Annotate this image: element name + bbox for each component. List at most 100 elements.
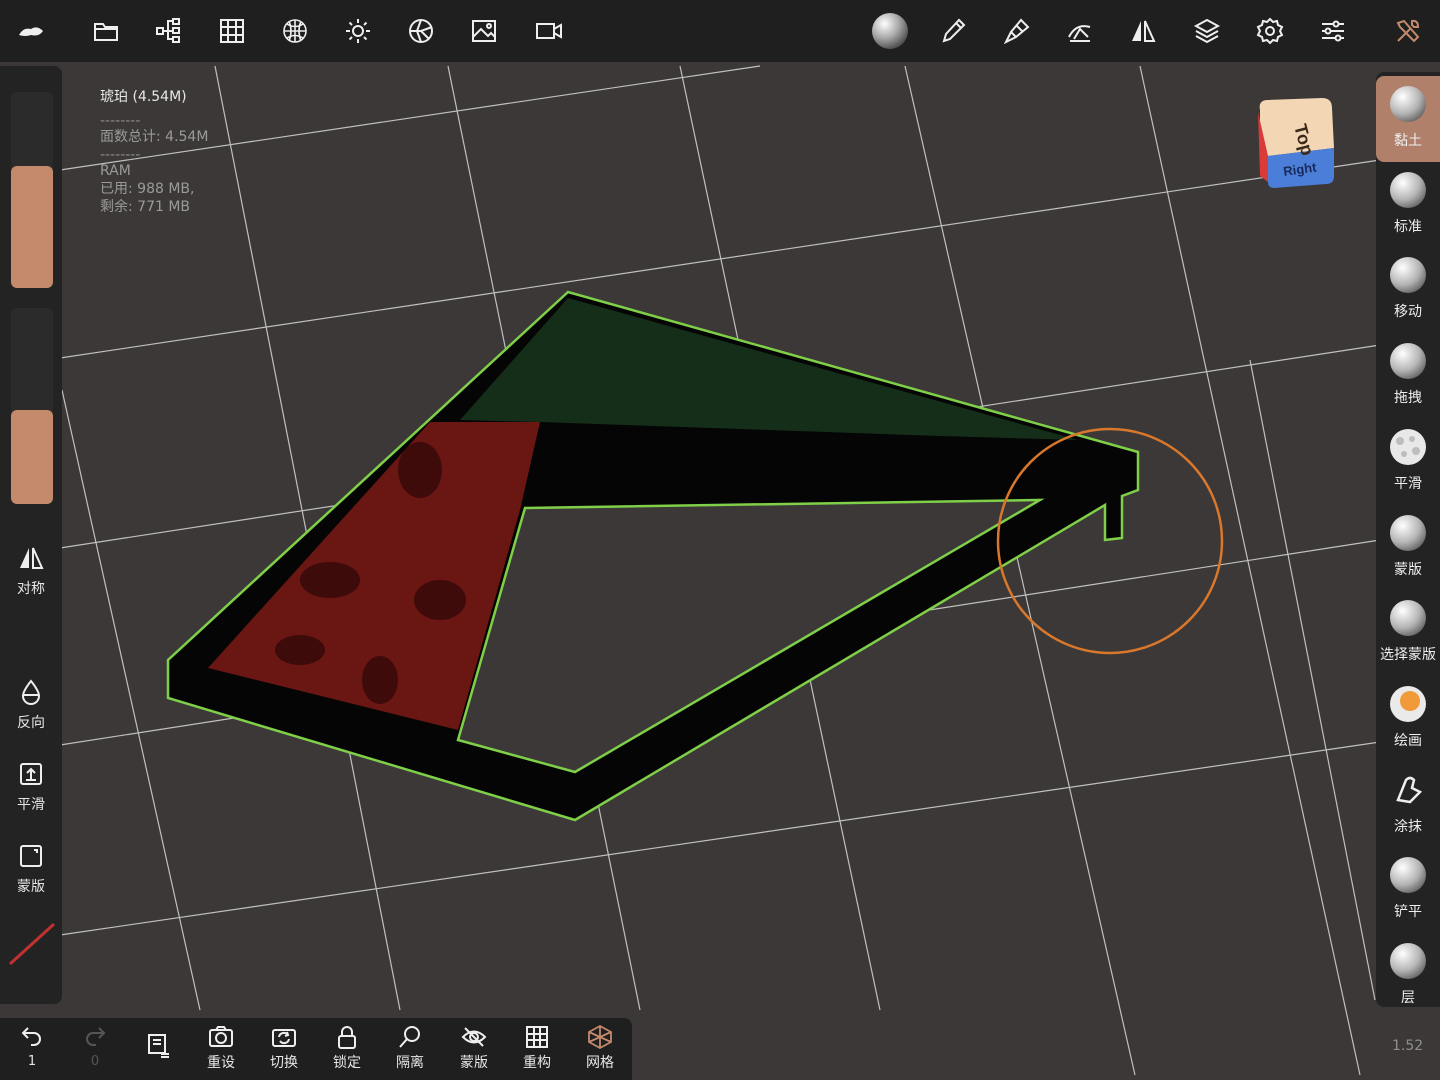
tool-label: 绘画: [1394, 732, 1422, 749]
bottom-remesh-grid-button[interactable]: 重构: [509, 1024, 565, 1072]
folder-icon[interactable]: [84, 9, 128, 53]
brush-stroke-preview[interactable]: [6, 918, 58, 968]
undo-button[interactable]: 1: [4, 1024, 60, 1069]
video-icon[interactable]: [527, 9, 571, 53]
bottom-item-label: 隔离: [396, 1055, 424, 1071]
matcap-sphere-icon[interactable]: [868, 9, 912, 53]
brush-sphere-icon: [1390, 600, 1426, 637]
shading-icon[interactable]: [399, 9, 443, 53]
tool-8[interactable]: 涂抹: [1376, 762, 1440, 848]
sculpted-mesh[interactable]: [166, 290, 1140, 822]
tool-6[interactable]: 选择蒙版: [1376, 590, 1440, 676]
brush-sphere-icon: [1390, 943, 1426, 979]
menu-button[interactable]: [130, 1032, 186, 1058]
layers-icon[interactable]: [1185, 9, 1229, 53]
tool-5[interactable]: 蒙版: [1376, 505, 1440, 591]
radius-slider-fill: [11, 166, 53, 288]
mask-label: 蒙版: [17, 879, 45, 895]
tool-2[interactable]: 移动: [1376, 247, 1440, 333]
stats-separator: --------: [100, 113, 141, 129]
ram-label: RAM: [100, 163, 131, 179]
bottom-item-label: 锁定: [333, 1055, 361, 1071]
sun-icon[interactable]: [336, 9, 380, 53]
symmetry-button[interactable]: 对称: [0, 544, 62, 598]
settings-gear-icon[interactable]: [1248, 9, 1292, 53]
invert-button[interactable]: 反向: [0, 678, 62, 732]
remesh-grid-icon: [526, 1026, 548, 1048]
tool-7[interactable]: 绘画: [1376, 676, 1440, 762]
brush-settings-icon[interactable]: [995, 9, 1039, 53]
stats-separator: --------: [100, 147, 141, 163]
symmetry-label: 对称: [17, 581, 45, 597]
switch-camera-icon: [272, 1029, 296, 1047]
isolate-search-icon: [399, 1026, 420, 1048]
tool-label: 涂抹: [1394, 818, 1422, 835]
tool-label: 层: [1401, 990, 1415, 1006]
bottom-reset-camera-button[interactable]: 重设: [193, 1024, 249, 1072]
scene-stats: 琥珀 (4.54M) -------- 面数总计: 4.54M --------…: [100, 88, 208, 216]
smooth-button[interactable]: 平滑: [0, 760, 62, 814]
right-tool-panel: 黏土标准 移动 拖拽平滑蒙版选择蒙版绘画涂抹铲平层: [1376, 72, 1440, 1007]
view-cube[interactable]: Top Right: [1254, 96, 1338, 190]
left-panel: 对称 反向 平滑 蒙版: [0, 66, 62, 1004]
mask-square-icon: [20, 845, 42, 867]
brush-pen-icon[interactable]: [931, 9, 975, 53]
redo-button[interactable]: 0: [67, 1024, 123, 1069]
tools-icon[interactable]: [1386, 9, 1430, 53]
undo-icon: [21, 1027, 41, 1046]
intensity-slider-fill: [11, 410, 53, 504]
image-icon[interactable]: [462, 9, 506, 53]
tool-label: 选择蒙版: [1380, 647, 1436, 664]
tool-label: 黏土: [1394, 133, 1422, 149]
lock-icon: [338, 1026, 356, 1049]
smooth-label: 平滑: [17, 797, 45, 813]
drop-icon: [21, 679, 41, 705]
wireframe-icon: [588, 1024, 612, 1050]
mask-button[interactable]: 蒙版: [0, 842, 62, 896]
brush-sphere-icon: [1390, 257, 1426, 294]
tool-9[interactable]: 铲平: [1376, 847, 1440, 933]
sculpt-viewport[interactable]: [0, 0, 1440, 1080]
bottom-item-label: 重构: [523, 1055, 551, 1071]
tool-label: 平滑: [1394, 475, 1422, 492]
grid-icon[interactable]: [210, 9, 254, 53]
smooth-brush-icon: [1390, 428, 1426, 465]
stroke-icon[interactable]: [1058, 9, 1102, 53]
symmetry-icon[interactable]: [1121, 9, 1165, 53]
tool-3[interactable]: 拖拽: [1376, 333, 1440, 419]
ram-used: 已用: 988 MB,: [100, 181, 195, 197]
tool-label: 铲平: [1394, 904, 1422, 921]
material-sphere-icon[interactable]: [273, 9, 317, 53]
redo-icon: [86, 1027, 106, 1046]
undo-count: 1: [27, 1054, 37, 1069]
bottom-item-label: 蒙版: [460, 1055, 488, 1071]
smooth-upload-icon: [20, 763, 42, 785]
tool-10[interactable]: 层: [1376, 933, 1440, 1007]
bottom-mask-hidden-button[interactable]: 蒙版: [446, 1024, 502, 1072]
tool-1[interactable]: 标准: [1376, 162, 1440, 248]
redo-count: 0: [90, 1054, 100, 1069]
object-name: 琥珀 (4.54M): [100, 89, 187, 105]
bottom-item-label: 网格: [586, 1055, 614, 1071]
faces-total: 面数总计: 4.54M: [100, 129, 209, 145]
brush-sphere-icon: [1390, 86, 1426, 122]
bottom-switch-camera-button[interactable]: 切换: [256, 1024, 312, 1072]
brush-sphere-icon: [1390, 171, 1426, 208]
logo-icon[interactable]: [9, 9, 53, 53]
smudge-finger-icon: [1396, 776, 1423, 803]
bottom-wireframe-button[interactable]: 网格: [572, 1024, 628, 1072]
notes-icon: [148, 1034, 169, 1058]
mask-hidden-icon: [461, 1027, 487, 1047]
brush-sphere-icon: [1390, 343, 1426, 380]
brush-sphere-icon: [1390, 514, 1426, 551]
tool-label: 蒙版: [1394, 561, 1422, 578]
ram-free: 剩余: 771 MB: [100, 199, 191, 215]
bottom-item-label: 重设: [207, 1055, 235, 1071]
bottom-lock-button[interactable]: 锁定: [319, 1024, 375, 1072]
tool-4[interactable]: 平滑: [1376, 419, 1440, 505]
tool-0[interactable]: 黏土: [1376, 76, 1440, 162]
viewport-scene: [59, 65, 1381, 1076]
sliders-icon[interactable]: [1311, 9, 1355, 53]
scene-tree-icon[interactable]: [147, 9, 191, 53]
bottom-isolate-search-button[interactable]: 隔离: [382, 1024, 438, 1072]
